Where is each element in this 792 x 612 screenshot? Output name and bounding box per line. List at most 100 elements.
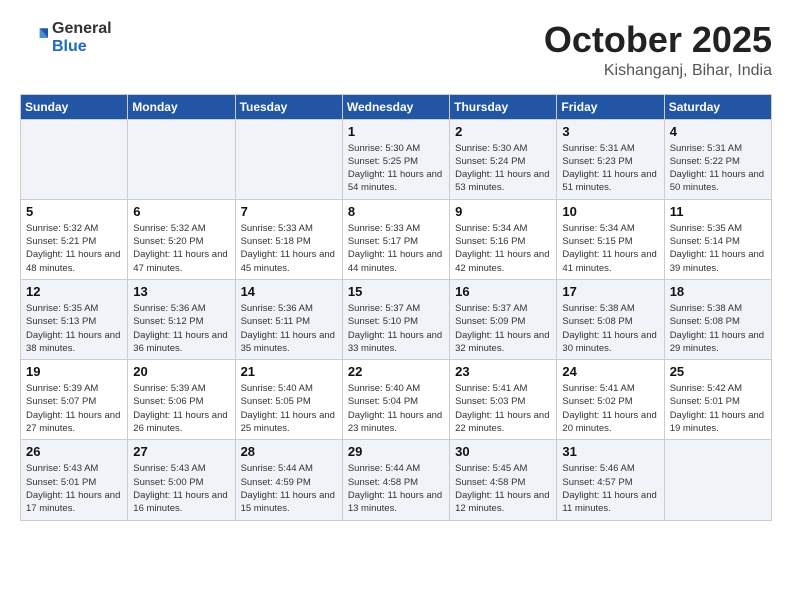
day-info: Sunrise: 5:39 AMSunset: 5:06 PMDaylight:… <box>133 382 229 435</box>
day-number: 6 <box>133 204 229 219</box>
day-number: 11 <box>670 204 766 219</box>
calendar-cell: 8 Sunrise: 5:33 AMSunset: 5:17 PMDaylight… <box>342 199 449 279</box>
day-info: Sunrise: 5:42 AMSunset: 5:01 PMDaylight:… <box>670 382 766 435</box>
calendar-table: SundayMondayTuesdayWednesdayThursdayFrid… <box>20 94 772 521</box>
day-number: 18 <box>670 284 766 299</box>
logo: General Blue <box>20 20 112 56</box>
day-number: 21 <box>241 364 337 379</box>
calendar-cell: 30Sunrise: 5:45 AMSunset: 4:58 PMDayligh… <box>450 440 557 520</box>
calendar-cell: 29Sunrise: 5:44 AMSunset: 4:58 PMDayligh… <box>342 440 449 520</box>
calendar-cell: 21 Sunrise: 5:40 AMSunset: 5:05 PMDayligh… <box>235 360 342 440</box>
calendar-cell: 14 Sunrise: 5:36 AMSunset: 5:11 PMDayligh… <box>235 279 342 359</box>
day-number: 30 <box>455 444 551 459</box>
day-number: 17 <box>562 284 658 299</box>
calendar-cell: 25 Sunrise: 5:42 AMSunset: 5:01 PMDayligh… <box>664 360 771 440</box>
day-number: 16 <box>455 284 551 299</box>
day-number: 1 <box>348 124 444 139</box>
calendar-cell: 20 Sunrise: 5:39 AMSunset: 5:06 PMDayligh… <box>128 360 235 440</box>
calendar-cell: 12 Sunrise: 5:35 AMSunset: 5:13 PMDayligh… <box>21 279 128 359</box>
day-info: Sunrise: 5:30 AMSunset: 5:24 PMDaylight:… <box>455 142 551 195</box>
day-number: 14 <box>241 284 337 299</box>
calendar-cell: 9 Sunrise: 5:34 AMSunset: 5:16 PMDaylight… <box>450 199 557 279</box>
day-info: Sunrise: 5:37 AMSunset: 5:10 PMDaylight:… <box>348 302 444 355</box>
day-number: 22 <box>348 364 444 379</box>
day-number: 12 <box>26 284 122 299</box>
calendar-week-5: 26 Sunrise: 5:43 AMSunset: 5:01 PMDayligh… <box>21 440 772 520</box>
day-info: Sunrise: 5:43 AMSunset: 5:00 PMDaylight:… <box>133 462 229 515</box>
day-info: Sunrise: 5:30 AMSunset: 5:25 PMDaylight:… <box>348 142 444 195</box>
calendar-cell: 27 Sunrise: 5:43 AMSunset: 5:00 PMDayligh… <box>128 440 235 520</box>
calendar-cell <box>128 119 235 199</box>
calendar-cell: 1 Sunrise: 5:30 AMSunset: 5:25 PMDaylight… <box>342 119 449 199</box>
day-info: Sunrise: 5:35 AMSunset: 5:14 PMDaylight:… <box>670 222 766 275</box>
weekday-header-row: SundayMondayTuesdayWednesdayThursdayFrid… <box>21 94 772 119</box>
location: Kishanganj, Bihar, India <box>544 62 772 80</box>
calendar-cell: 18 Sunrise: 5:38 AMSunset: 5:08 PMDayligh… <box>664 279 771 359</box>
month-title: October 2025 <box>544 20 772 60</box>
calendar-cell: 10Sunrise: 5:34 AMSunset: 5:15 PMDayligh… <box>557 199 664 279</box>
calendar-cell: 5Sunrise: 5:32 AMSunset: 5:21 PMDaylight… <box>21 199 128 279</box>
calendar-cell: 26 Sunrise: 5:43 AMSunset: 5:01 PMDayligh… <box>21 440 128 520</box>
day-info: Sunrise: 5:37 AMSunset: 5:09 PMDaylight:… <box>455 302 551 355</box>
calendar-cell: 19 Sunrise: 5:39 AMSunset: 5:07 PMDayligh… <box>21 360 128 440</box>
weekday-header-saturday: Saturday <box>664 94 771 119</box>
calendar-cell: 7Sunrise: 5:33 AMSunset: 5:18 PMDaylight… <box>235 199 342 279</box>
day-info: Sunrise: 5:41 AMSunset: 5:03 PMDaylight:… <box>455 382 551 435</box>
calendar-cell: 22 Sunrise: 5:40 AMSunset: 5:04 PMDayligh… <box>342 360 449 440</box>
day-number: 24 <box>562 364 658 379</box>
day-info: Sunrise: 5:44 AMSunset: 4:59 PMDaylight:… <box>241 462 337 515</box>
calendar-header: General Blue October 2025 Kishanganj, Bi… <box>20 20 772 80</box>
day-info: Sunrise: 5:33 AMSunset: 5:17 PMDaylight:… <box>348 222 444 275</box>
calendar-cell: 6 Sunrise: 5:32 AMSunset: 5:20 PMDaylight… <box>128 199 235 279</box>
day-info: Sunrise: 5:40 AMSunset: 5:05 PMDaylight:… <box>241 382 337 435</box>
day-info: Sunrise: 5:32 AMSunset: 5:20 PMDaylight:… <box>133 222 229 275</box>
day-info: Sunrise: 5:40 AMSunset: 5:04 PMDaylight:… <box>348 382 444 435</box>
day-number: 2 <box>455 124 551 139</box>
calendar-cell <box>21 119 128 199</box>
day-number: 5 <box>26 204 122 219</box>
calendar-week-3: 12 Sunrise: 5:35 AMSunset: 5:13 PMDayligh… <box>21 279 772 359</box>
weekday-header-sunday: Sunday <box>21 94 128 119</box>
calendar-cell: 15Sunrise: 5:37 AMSunset: 5:10 PMDayligh… <box>342 279 449 359</box>
title-block: October 2025 Kishanganj, Bihar, India <box>544 20 772 80</box>
day-number: 27 <box>133 444 229 459</box>
day-info: Sunrise: 5:35 AMSunset: 5:13 PMDaylight:… <box>26 302 122 355</box>
weekday-header-wednesday: Wednesday <box>342 94 449 119</box>
day-info: Sunrise: 5:39 AMSunset: 5:07 PMDaylight:… <box>26 382 122 435</box>
logo-icon <box>20 24 48 52</box>
calendar-cell: 17Sunrise: 5:38 AMSunset: 5:08 PMDayligh… <box>557 279 664 359</box>
day-number: 28 <box>241 444 337 459</box>
day-number: 9 <box>455 204 551 219</box>
weekday-header-monday: Monday <box>128 94 235 119</box>
day-info: Sunrise: 5:46 AMSunset: 4:57 PMDaylight:… <box>562 462 658 515</box>
day-info: Sunrise: 5:43 AMSunset: 5:01 PMDaylight:… <box>26 462 122 515</box>
weekday-header-friday: Friday <box>557 94 664 119</box>
calendar-cell: 24 Sunrise: 5:41 AMSunset: 5:02 PMDayligh… <box>557 360 664 440</box>
day-info: Sunrise: 5:34 AMSunset: 5:16 PMDaylight:… <box>455 222 551 275</box>
calendar-cell: 3Sunrise: 5:31 AMSunset: 5:23 PMDaylight… <box>557 119 664 199</box>
calendar-cell: 2 Sunrise: 5:30 AMSunset: 5:24 PMDaylight… <box>450 119 557 199</box>
day-number: 8 <box>348 204 444 219</box>
calendar-cell: 31 Sunrise: 5:46 AMSunset: 4:57 PMDayligh… <box>557 440 664 520</box>
calendar-cell: 13Sunrise: 5:36 AMSunset: 5:12 PMDayligh… <box>128 279 235 359</box>
weekday-header-tuesday: Tuesday <box>235 94 342 119</box>
day-number: 13 <box>133 284 229 299</box>
day-info: Sunrise: 5:31 AMSunset: 5:23 PMDaylight:… <box>562 142 658 195</box>
day-info: Sunrise: 5:34 AMSunset: 5:15 PMDaylight:… <box>562 222 658 275</box>
day-number: 26 <box>26 444 122 459</box>
calendar-cell <box>235 119 342 199</box>
day-number: 31 <box>562 444 658 459</box>
day-info: Sunrise: 5:36 AMSunset: 5:11 PMDaylight:… <box>241 302 337 355</box>
calendar-cell: 4Sunrise: 5:31 AMSunset: 5:22 PMDaylight… <box>664 119 771 199</box>
day-number: 25 <box>670 364 766 379</box>
day-info: Sunrise: 5:31 AMSunset: 5:22 PMDaylight:… <box>670 142 766 195</box>
calendar-cell: 23 Sunrise: 5:41 AMSunset: 5:03 PMDayligh… <box>450 360 557 440</box>
day-info: Sunrise: 5:41 AMSunset: 5:02 PMDaylight:… <box>562 382 658 435</box>
day-info: Sunrise: 5:38 AMSunset: 5:08 PMDaylight:… <box>670 302 766 355</box>
day-number: 20 <box>133 364 229 379</box>
calendar-cell: 11 Sunrise: 5:35 AMSunset: 5:14 PMDayligh… <box>664 199 771 279</box>
day-number: 23 <box>455 364 551 379</box>
calendar-week-4: 19 Sunrise: 5:39 AMSunset: 5:07 PMDayligh… <box>21 360 772 440</box>
day-number: 19 <box>26 364 122 379</box>
calendar-cell: 28 Sunrise: 5:44 AMSunset: 4:59 PMDayligh… <box>235 440 342 520</box>
